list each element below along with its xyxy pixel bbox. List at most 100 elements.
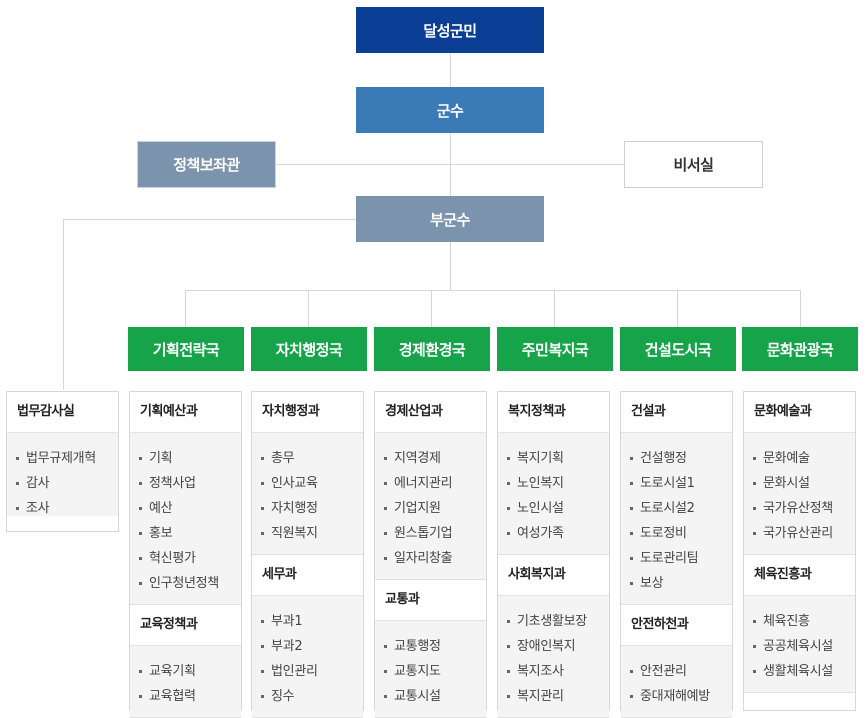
team-label: 혁신평가 [149,551,196,566]
team-item[interactable]: 문화시설 [744,471,855,496]
team-item[interactable]: 조사 [7,496,118,521]
team-item[interactable]: 법인관리 [252,659,363,684]
bureau-economy-environment[interactable]: 경제환경국 [374,327,490,371]
team-label: 기업지원 [394,501,441,516]
team-item[interactable]: 홍보 [130,521,241,546]
team-item[interactable]: 노인시설 [498,496,609,521]
bureau-culture-tourism[interactable]: 문화관광국 [742,327,858,371]
department-title[interactable]: 건설과 [621,392,732,433]
department-title[interactable]: 복지정책과 [498,392,609,433]
bullet-icon [139,457,142,460]
team-item[interactable]: 보상 [621,571,732,596]
team-label: 국가유산정책 [763,501,833,516]
bureau-planning-strategy[interactable]: 기획전략국 [128,327,244,371]
team-item[interactable]: 에너지관리 [375,471,486,496]
team-item[interactable]: 체육진흥 [744,609,855,634]
team-label: 기초생활보장 [517,614,587,629]
department-title[interactable]: 교육정책과 [130,605,241,646]
team-label: 노인복지 [517,476,564,491]
legal-audit-office-title[interactable]: 법무감사실 [7,392,118,433]
connector-bureau-4 [554,290,555,327]
team-item[interactable]: 부과2 [252,634,363,659]
team-label: 장애인복지 [517,639,576,654]
team-label: 부과2 [271,639,303,654]
department-title[interactable]: 경제산업과 [375,392,486,433]
team-item[interactable]: 도로관리팀 [621,546,732,571]
department-title[interactable]: 자치행정과 [252,392,363,433]
team-item[interactable]: 법무규제개혁 [7,446,118,471]
team-item[interactable]: 복지조사 [498,659,609,684]
team-item[interactable]: 도로정비 [621,521,732,546]
department-title[interactable]: 세무과 [252,555,363,596]
team-label: 교통지도 [394,664,441,679]
bullet-icon [507,620,510,623]
department-title[interactable]: 안전하천과 [621,605,732,646]
bullet-icon [139,532,142,535]
team-label: 체육진흥 [763,614,810,629]
department-title[interactable]: 교통과 [375,580,486,621]
team-item[interactable]: 국가유산관리 [744,521,855,546]
team-item[interactable]: 도로시설1 [621,471,732,496]
team-item[interactable]: 복지기획 [498,446,609,471]
secretary-office-box[interactable]: 비서실 [624,141,763,188]
bureau-resident-welfare[interactable]: 주민복지국 [497,327,613,371]
team-label: 문화예술 [763,451,810,466]
team-item[interactable]: 지역경제 [375,446,486,471]
team-label: 총무 [271,451,295,466]
team-item[interactable]: 교육기획 [130,659,241,684]
team-item[interactable]: 기획 [130,446,241,471]
policy-aide-box[interactable]: 정책보좌관 [137,141,276,188]
team-item[interactable]: 여성가족 [498,521,609,546]
team-item[interactable]: 감사 [7,471,118,496]
team-item[interactable]: 원스톱기업 [375,521,486,546]
team-item[interactable]: 교통행정 [375,634,486,659]
bullet-icon [261,645,264,648]
team-item[interactable]: 안전관리 [621,659,732,684]
citizens-box[interactable]: 달성군민 [356,7,544,53]
team-item[interactable]: 기업지원 [375,496,486,521]
team-item[interactable]: 정책사업 [130,471,241,496]
department-team-list: 건설행정 도로시설1 도로시설2 도로정비 도로관리팀 보상 [621,433,732,605]
bullet-icon [139,482,142,485]
team-item[interactable]: 공공체육시설 [744,634,855,659]
bureau-construction-urban[interactable]: 건설도시국 [620,327,736,371]
bureau-autonomous-admin[interactable]: 자치행정국 [251,327,367,371]
bullet-icon [630,582,633,585]
legal-audit-office: 법무감사실 법무규제개혁 감사 조사 [6,391,119,532]
team-item[interactable]: 일자리창출 [375,546,486,571]
team-item[interactable]: 부과1 [252,609,363,634]
department-title[interactable]: 사회복지과 [498,555,609,596]
team-item[interactable]: 총무 [252,446,363,471]
department-title[interactable]: 체육진흥과 [744,555,855,596]
team-item[interactable]: 노인복지 [498,471,609,496]
team-item[interactable]: 직원복지 [252,521,363,546]
bullet-icon [16,482,19,485]
department-team-list: 복지기획노인복지노인시설 여성가족 [498,433,609,555]
team-item[interactable]: 국가유산정책 [744,496,855,521]
bullet-icon [16,507,19,510]
deputy-mayor-box[interactable]: 부군수 [356,196,544,242]
team-item[interactable]: 예산 [130,496,241,521]
bureau-2-departments: 자치행정과 총무 인사교육 자치행정 직원복지 세무과 부과1 부과2 법인관리 징수 [251,391,364,718]
department-team-list: 교육기획 교육협력 [130,646,241,718]
connector-bureau-3 [431,290,432,327]
team-label: 에너지관리 [394,476,453,491]
mayor-box[interactable]: 군수 [356,87,544,133]
team-label: 원스톱기업 [394,526,453,541]
team-item[interactable]: 교통지도 [375,659,486,684]
team-item[interactable]: 문화예술 [744,446,855,471]
team-item[interactable]: 혁신평가 [130,546,241,571]
department-title[interactable]: 문화예술과 [744,392,855,433]
team-item[interactable]: 생활체육시설 [744,659,855,684]
team-item[interactable]: 건설행정 [621,446,732,471]
department-title[interactable]: 기획예산과 [130,392,241,433]
team-item[interactable]: 인구청년정책 [130,571,241,596]
bullet-icon [753,620,756,623]
team-item[interactable]: 인사교육 [252,471,363,496]
team-item[interactable]: 자치행정 [252,496,363,521]
bullet-icon [753,532,756,535]
team-label: 교통행정 [394,639,441,654]
team-item[interactable]: 장애인복지 [498,634,609,659]
team-item[interactable]: 도로시설2 [621,496,732,521]
team-item[interactable]: 기초생활보장 [498,609,609,634]
